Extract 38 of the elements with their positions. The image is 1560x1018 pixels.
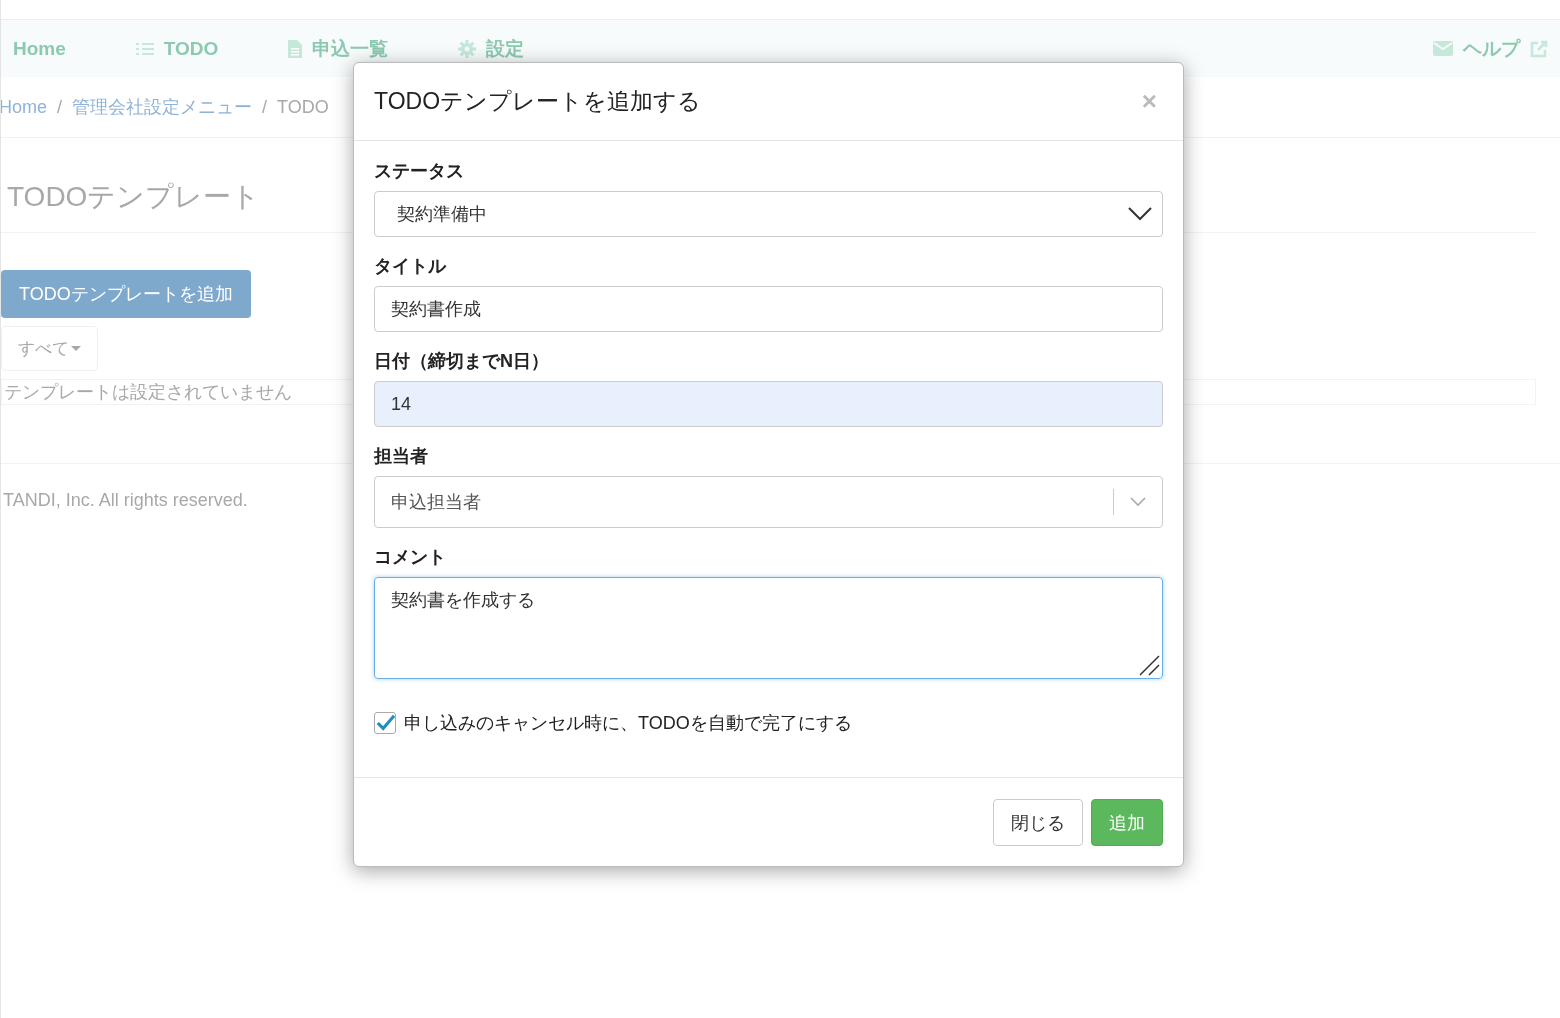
help-link[interactable]: ヘルプ bbox=[1433, 35, 1548, 62]
checkbox-label: 申し込みのキャンセル時に、TODOを自動で完了にする bbox=[404, 712, 852, 735]
input-field[interactable]: 14 bbox=[374, 381, 1163, 427]
input-field[interactable]: 契約書作成 bbox=[374, 286, 1163, 332]
nav-link[interactable]: 設定 bbox=[458, 35, 525, 62]
chevron-down-icon bbox=[1128, 207, 1152, 221]
field-label: 担当者 bbox=[374, 445, 429, 468]
modal-title: TODOテンプレートを追加する bbox=[374, 87, 702, 116]
field-label: ステータス bbox=[374, 160, 465, 183]
breadcrumb-link[interactable]: 管理会社設定メニュー bbox=[72, 95, 253, 119]
select-field[interactable]: 契約準備中 bbox=[374, 191, 1163, 237]
combobox-field[interactable]: 申込担当者 bbox=[374, 476, 1163, 528]
checkbox[interactable] bbox=[374, 712, 396, 734]
nav-link[interactable]: Home bbox=[13, 35, 66, 62]
comment-textarea[interactable]: 契約書を作成する bbox=[374, 577, 1163, 679]
nav-link[interactable]: 申込一覧 bbox=[288, 35, 389, 62]
close-dialog-button[interactable]: 閉じる bbox=[993, 799, 1083, 846]
breadcrumb-link[interactable]: Home bbox=[1, 96, 47, 118]
breadcrumb-separator: / bbox=[57, 96, 63, 118]
nav-link[interactable]: TODO bbox=[135, 35, 219, 62]
document-icon bbox=[288, 39, 303, 58]
breadcrumb-separator: / bbox=[262, 96, 268, 118]
filter-dropdown[interactable]: すべて bbox=[1, 326, 98, 371]
close-button[interactable]: × bbox=[1135, 86, 1163, 117]
field-label: コメント bbox=[374, 546, 447, 569]
caret-icon bbox=[71, 346, 81, 351]
footer-text: TANDI, Inc. All rights reserved. bbox=[3, 490, 248, 510]
chevron-down-icon bbox=[1130, 497, 1146, 507]
field-label: 日付（締切までN日） bbox=[374, 350, 550, 373]
field-label: タイトル bbox=[374, 255, 448, 278]
external-link-icon bbox=[1530, 39, 1548, 58]
resize-grip-icon bbox=[1138, 654, 1160, 676]
add-button[interactable]: 追加 bbox=[1091, 799, 1163, 846]
list-icon bbox=[135, 40, 154, 57]
add-template-button[interactable]: TODOテンプレートを追加 bbox=[1, 270, 251, 318]
gear-icon bbox=[458, 39, 477, 58]
current-page-label: TODO bbox=[277, 96, 329, 118]
envelope-icon bbox=[1433, 41, 1453, 56]
